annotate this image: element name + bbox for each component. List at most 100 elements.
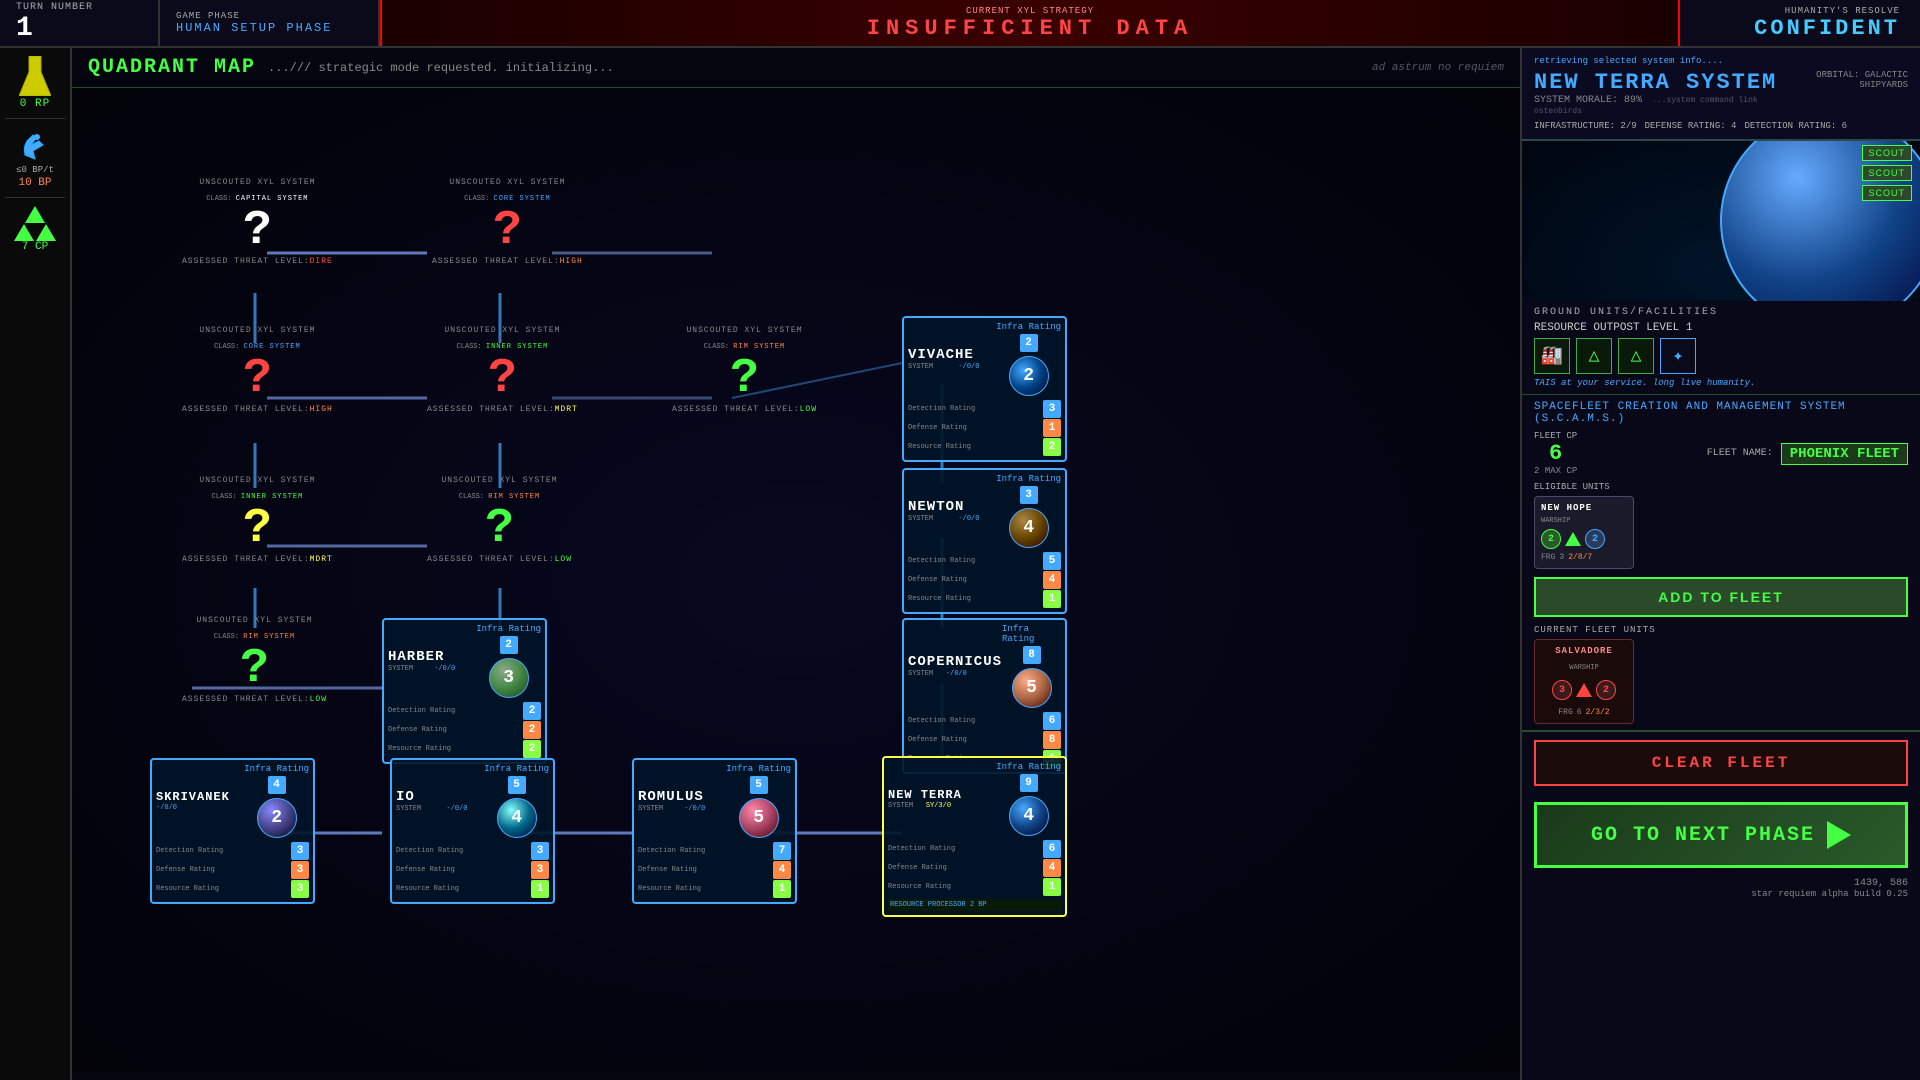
newton-stats: Detection Rating 5 Defense Rating 4 Reso… (908, 552, 1061, 608)
unscouted-inner-row3[interactable]: UNSCOUTED XYL SYSTEM CLASS: INNER SYSTEM… (182, 476, 333, 564)
fleet-row: FLEET CP 6 2 MAX CP FLEET NAME: PHOENIX … (1534, 431, 1908, 476)
fleet-name-label: FLEET NAME: (1707, 448, 1773, 459)
salvadore-stats: 3 2 (1552, 680, 1616, 700)
fleet-name-block: FLEET NAME: PHOENIX FLEET (1707, 443, 1908, 465)
scout-button-2[interactable]: SCOUT (1862, 165, 1913, 181)
newton-name: NEWTON (908, 499, 979, 515)
copernicus-infra: Infra Rating (1002, 624, 1061, 644)
unscouted-rim-mid[interactable]: UNSCOUTED XYL SYSTEM CLASS: RIM SYSTEM ?… (672, 326, 817, 414)
game-phase-block: GAME PHASE HUMAN SETUP PHASE (160, 0, 380, 46)
newton-defense: Defense Rating 4 (908, 571, 1061, 589)
newterra-tag: SYSTEM SY/3/0 (888, 802, 962, 810)
system-copernicus[interactable]: COPERNICUS SYSTEM -/0/0 Infra Rating 8 5… (902, 618, 1067, 774)
facility-label: RESOURCE OUTPOST LEVEL 1 (1534, 322, 1908, 334)
harber-detect: Detection Rating 2 (388, 702, 541, 720)
arm-icon (17, 127, 53, 163)
resolve-value: CONFIDENT (1754, 16, 1900, 41)
unscouted-inner-mid[interactable]: UNSCOUTED XYL SYSTEM CLASS: INNER SYSTEM… (427, 326, 578, 414)
newterra-planet: 4 (1009, 796, 1049, 836)
unscouted-rim-row4[interactable]: UNSCOUTED XYL SYSTEM CLASS: RIM SYSTEM ?… (182, 616, 327, 704)
triangle2 (14, 224, 34, 241)
divider1 (5, 118, 65, 119)
salvadore-type: WARSHIP (1569, 664, 1598, 672)
cp-resource: 7 CP (14, 206, 56, 253)
skrivanek-detect: Detection Rating 3 (156, 842, 309, 860)
romulus-stats: Detection Rating 7 Defense Rating 4 Reso… (638, 842, 791, 898)
system-harber[interactable]: HARBER SYSTEM -/0/0 Infra Rating 2 3 Det… (382, 618, 547, 764)
xyl-symbol: ? (488, 355, 517, 403)
system-newterra[interactable]: NEW TERRA SYSTEM SY/3/0 Infra Rating 9 4… (882, 756, 1067, 917)
system-romulus[interactable]: ROMULUS SYSTEM -/0/0 Infra Rating 5 5 De… (632, 758, 797, 904)
flask-icon-container (15, 56, 55, 96)
threat-label: ASSESSED THREAT LEVEL:MDRT (182, 555, 333, 564)
xyl-symbol: ? (730, 355, 759, 403)
threat-value: LOW (800, 405, 817, 414)
io-defense: Defense Rating 3 (396, 861, 549, 879)
skrivanek-infra-val: 4 (268, 776, 286, 794)
skrivanek-tag: -/0/0 (156, 804, 230, 812)
newterra-infra: Infra Rating (996, 762, 1061, 772)
unscouted-rim-row3[interactable]: UNSCOUTED XYL SYSTEM CLASS: RIM SYSTEM ?… (427, 476, 572, 564)
bp-value: 10 BP (18, 177, 51, 189)
scout-button-3[interactable]: SCOUT (1862, 185, 1913, 201)
system-morale: SYSTEM MORALE: 89% ...system command lin… (1534, 95, 1779, 117)
strategy-block: CURRENT XYL STRATEGY INSUFFICIENT DATA (380, 0, 1680, 46)
newterra-stats: Detection Rating 6 Defense Rating 4 Reso… (888, 840, 1061, 896)
system-skrivanek[interactable]: SKRIVANEK -/0/0 Infra Rating 4 2 Detecti… (150, 758, 315, 904)
harber-name: HARBER (388, 649, 455, 665)
threat-label: ASSESSED THREAT LEVEL:LOW (182, 695, 327, 704)
clear-fleet-button[interactable]: CLEAR FLEET (1534, 740, 1908, 786)
scout-button-1[interactable]: SCOUT (1862, 145, 1913, 161)
threat-label: ASSESSED THREAT LEVEL:MDRT (427, 405, 578, 414)
eligible-label: ELIGIBLE UNITS (1534, 482, 1908, 492)
scams-title: SPACEFLEET CREATION AND MANAGEMENT SYSTE… (1534, 401, 1908, 425)
salvadore-stat1: 3 (1552, 680, 1572, 700)
newton-tag: SYSTEM -/0/0 (908, 515, 979, 523)
newton-detect: Detection Rating 5 (908, 552, 1061, 570)
unscouted-capital[interactable]: UNSCOUTED XYL SYSTEM CLASS: CAPITAL SYST… (182, 178, 333, 266)
newterra-infra-val: 9 (1020, 774, 1038, 792)
system-io[interactable]: IO SYSTEM -/0/0 Infra Rating 5 4 Detecti… (390, 758, 555, 904)
ground-units-section: GROUND UNITS/FACILITIES RESOURCE OUTPOST… (1522, 301, 1920, 395)
map-subtitle: .../// strategic mode requested. initial… (268, 61, 614, 75)
vivache-resource: Resource Rating 2 (908, 438, 1061, 456)
unscouted-xyl-label: UNSCOUTED XYL SYSTEM (687, 326, 803, 335)
add-to-fleet-button[interactable]: ADD TO FLEET (1534, 577, 1908, 617)
unit-type: WARSHIP (1541, 517, 1627, 525)
copernicus-header: COPERNICUS SYSTEM -/0/0 Infra Rating 8 5 (908, 624, 1061, 708)
unscouted-core-top[interactable]: UNSCOUTED XYL SYSTEM CLASS: CORE SYSTEM … (432, 178, 583, 266)
unscouted-class-label: CLASS: CAPITAL SYSTEM (199, 187, 315, 205)
vivache-stats: Detection Rating 3 Defense Rating 1 Reso… (908, 400, 1061, 456)
cp-value: 7 CP (22, 241, 48, 253)
unscouted-class-label: CLASS: CORE SYSTEM (449, 187, 565, 205)
unit-card-newhope[interactable]: NEW HOPE WARSHIP 2 2 FRG 3 2/8/7 (1534, 496, 1634, 569)
threat-value: HIGH (560, 257, 583, 266)
orbital-text: ORBITAL: GALACTIC SHIPYARDS (1779, 70, 1908, 90)
system-vivache[interactable]: VIVACHE SYSTEM -/0/0 Infra Rating 2 2 De… (902, 316, 1067, 462)
threat-label: ASSESSED THREAT LEVEL:HIGH (182, 405, 333, 414)
salvadore-name: SALVADORE (1555, 646, 1613, 656)
io-infra: Infra Rating (484, 764, 549, 774)
triangle3 (36, 224, 56, 241)
infra-detail: INFRASTRUCTURE: 2/9 (1534, 121, 1637, 131)
newton-right: Infra Rating 3 4 (996, 474, 1061, 548)
triangle1 (25, 206, 45, 223)
newton-resource: Resource Rating 1 (908, 590, 1061, 608)
unscouted-header: UNSCOUTED XYL SYSTEM CLASS: INNER SYSTEM (199, 476, 315, 503)
resolve-label: HUMANITY'S RESOLVE (1785, 6, 1900, 16)
class-name: INNER SYSTEM (486, 343, 548, 351)
salvadore-triangle-icon (1576, 683, 1592, 697)
map-canvas[interactable]: UNSCOUTED XYL SYSTEM CLASS: CAPITAL SYST… (72, 88, 1520, 1072)
newterra-special: RESOURCE PROCESSOR 2 BP (888, 899, 1061, 911)
next-phase-button[interactable]: GO TO NEXT PHASE (1534, 802, 1908, 868)
unscouted-core-mid[interactable]: UNSCOUTED XYL SYSTEM CLASS: CORE SYSTEM … (182, 326, 333, 414)
system-name-large: NEW TERRA SYSTEM (1534, 70, 1779, 95)
threat-label: ASSESSED THREAT LEVEL:DIRE (182, 257, 333, 266)
harber-planet: 3 (489, 658, 529, 698)
skrivanek-header: SKRIVANEK -/0/0 Infra Rating 4 2 (156, 764, 309, 838)
system-newton[interactable]: NEWTON SYSTEM -/0/0 Infra Rating 3 4 Det… (902, 468, 1067, 614)
frg-label: FRG (1541, 553, 1555, 562)
scams-section: SPACEFLEET CREATION AND MANAGEMENT SYSTE… (1522, 395, 1920, 732)
unit-card-salvadore[interactable]: SALVADORE WARSHIP 3 2 FRG 6 2/3/2 (1534, 639, 1634, 724)
salvadore-frg-val: 6 (1577, 708, 1582, 717)
